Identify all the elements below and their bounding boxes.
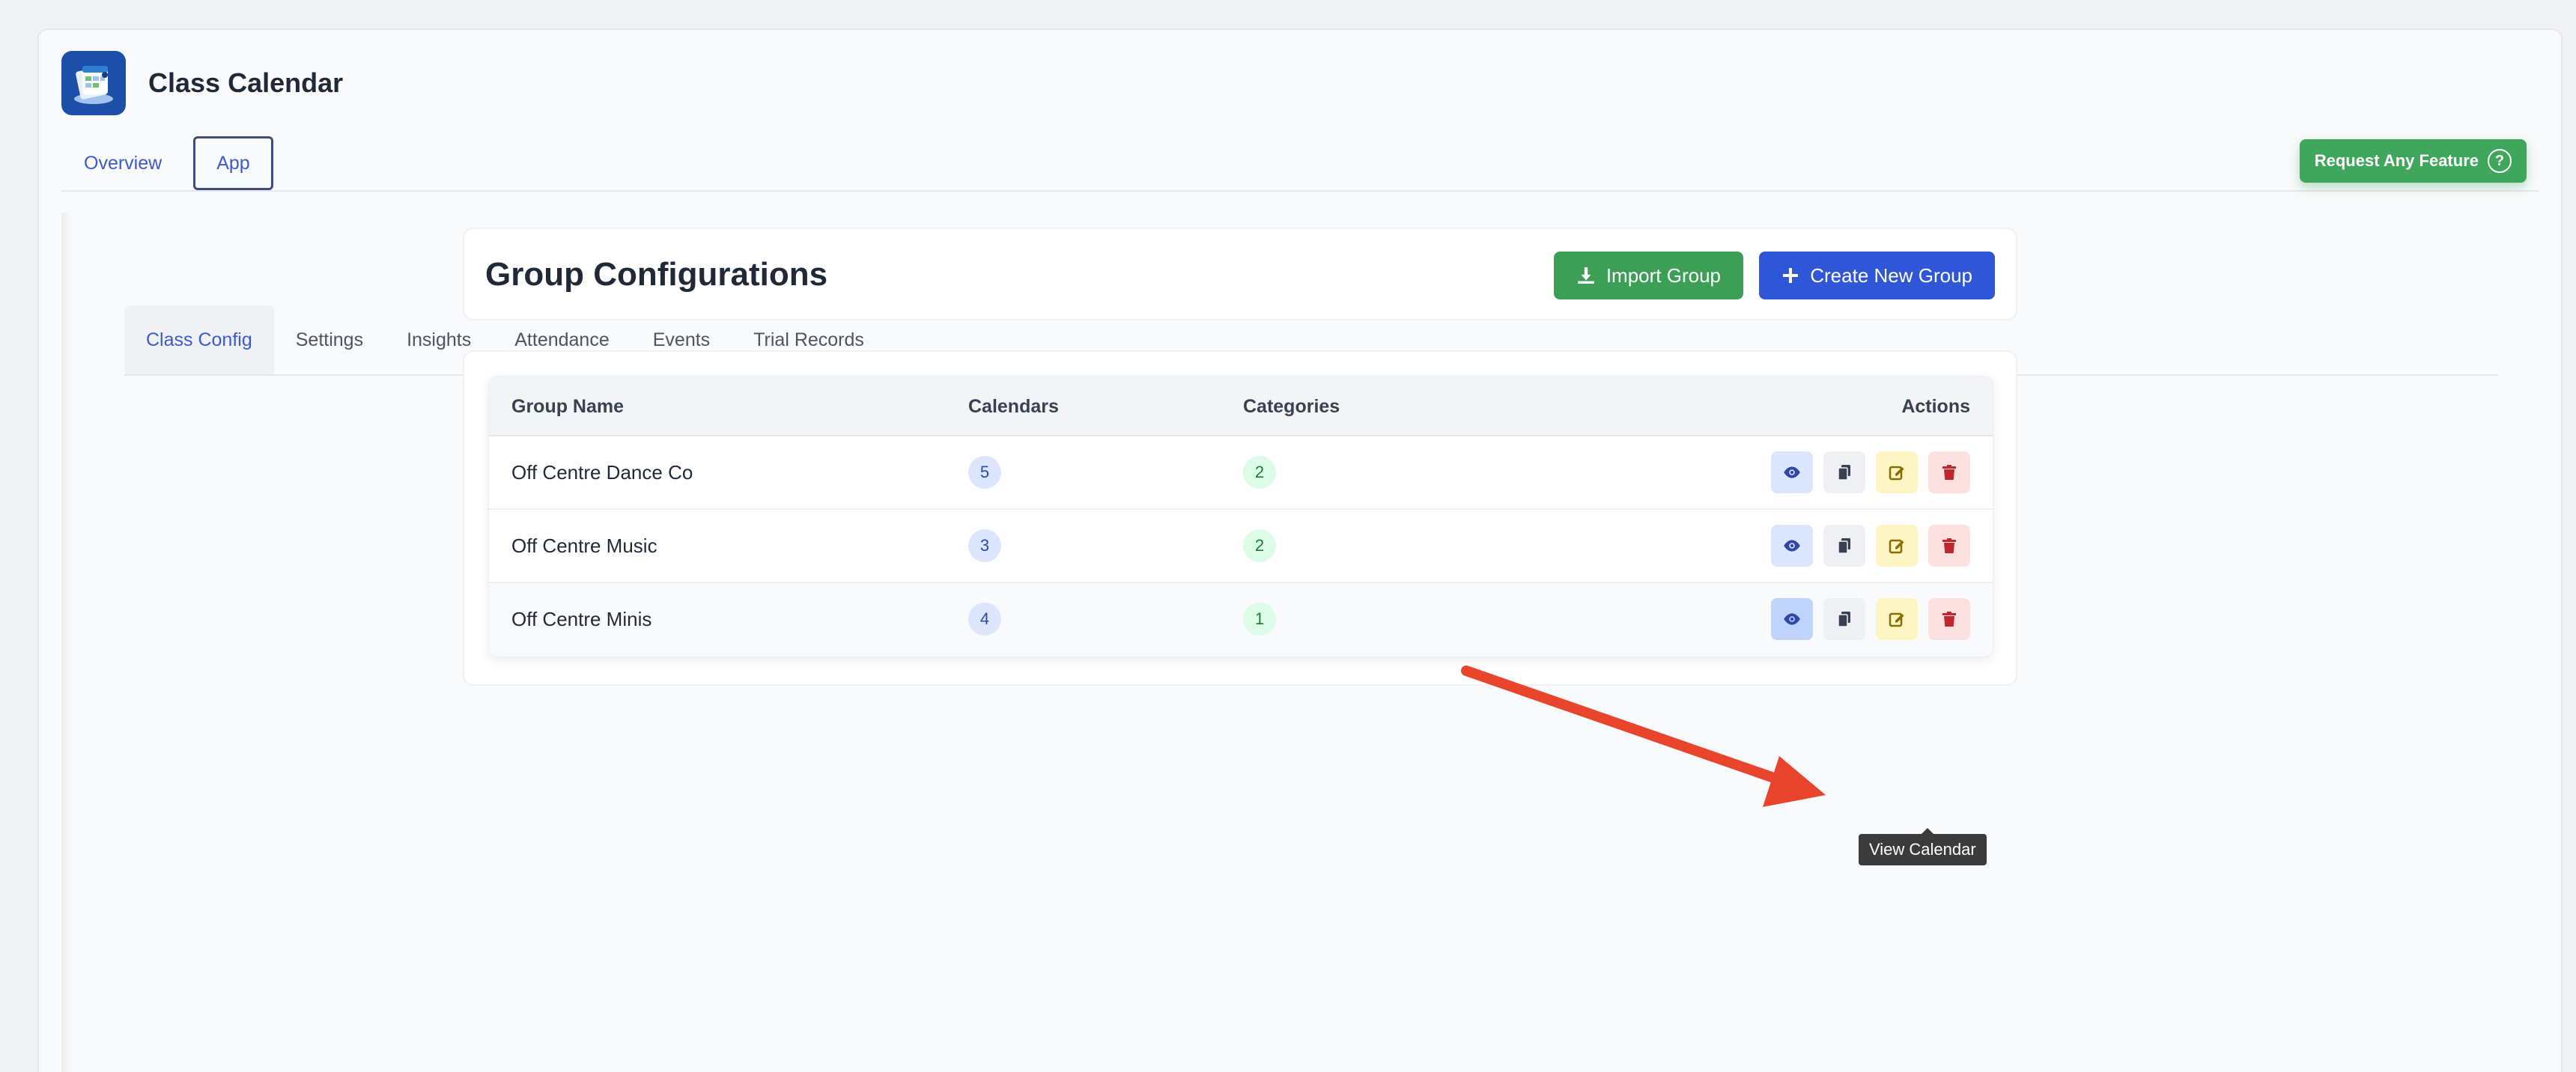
copy-button[interactable] xyxy=(1823,525,1865,567)
edit-button[interactable] xyxy=(1876,525,1918,567)
copy-icon xyxy=(1838,612,1850,627)
request-feature-button[interactable]: Request Any Feature ? xyxy=(2299,139,2527,183)
table-header: Group Name Calendars Categories Actions xyxy=(489,377,1993,436)
delete-button[interactable] xyxy=(1928,451,1970,493)
table-row: Off Centre Minis 4 1 xyxy=(489,583,1993,657)
col-header-group-name: Group Name xyxy=(511,395,625,417)
view-button[interactable] xyxy=(1771,598,1813,640)
group-name: Off Centre Music xyxy=(511,534,657,557)
subtab-settings[interactable]: Settings xyxy=(274,305,385,374)
app-tabs: Overview App xyxy=(61,136,273,190)
view-button[interactable] xyxy=(1771,525,1813,567)
group-config-header-card: Group Configurations Import Group Create… xyxy=(463,228,2017,320)
request-feature-label: Request Any Feature xyxy=(2314,151,2479,170)
copy-button[interactable] xyxy=(1823,598,1865,640)
create-group-button[interactable]: Create New Group xyxy=(1759,252,1995,299)
col-header-actions: Actions xyxy=(1901,395,1970,417)
trash-icon xyxy=(1942,538,1956,553)
col-header-calendars: Calendars xyxy=(968,395,1059,417)
app-title: Class Calendar xyxy=(148,67,344,98)
table-row: Off Centre Music 3 2 xyxy=(489,510,1993,583)
col-header-categories: Categories xyxy=(1243,395,1340,417)
header-divider xyxy=(61,190,2539,192)
edit-button[interactable] xyxy=(1876,598,1918,640)
group-table: Group Name Calendars Categories Actions … xyxy=(488,376,1993,657)
view-calendar-tooltip: View Calendar xyxy=(1859,828,1987,865)
tab-app[interactable]: App xyxy=(193,136,273,190)
group-name: Off Centre Dance Co xyxy=(511,460,693,484)
edit-icon xyxy=(1889,466,1904,481)
eye-icon xyxy=(1784,613,1800,625)
copy-icon xyxy=(1838,465,1850,481)
import-group-label: Import Group xyxy=(1606,264,1721,287)
calendars-badge: 3 xyxy=(968,529,1001,562)
download-icon xyxy=(1577,267,1594,284)
calendars-badge: 5 xyxy=(968,456,1001,489)
copy-button[interactable] xyxy=(1823,451,1865,493)
import-group-button[interactable]: Import Group xyxy=(1553,252,1743,299)
group-name: Off Centre Minis xyxy=(511,607,652,630)
edit-button[interactable] xyxy=(1876,451,1918,493)
app-header: Class Calendar xyxy=(61,51,343,115)
categories-badge: 2 xyxy=(1243,456,1276,489)
question-icon: ? xyxy=(2488,149,2512,173)
app-logo-icon xyxy=(61,51,126,115)
trash-icon xyxy=(1942,465,1956,480)
categories-badge: 2 xyxy=(1243,529,1276,562)
delete-button[interactable] xyxy=(1928,598,1970,640)
trash-icon xyxy=(1942,612,1956,627)
plus-icon xyxy=(1783,268,1799,283)
edit-icon xyxy=(1889,612,1904,627)
subtab-class-config[interactable]: Class Config xyxy=(124,305,274,374)
calendars-badge: 4 xyxy=(968,603,1001,636)
group-table-card: Group Name Calendars Categories Actions … xyxy=(463,350,2017,686)
view-button[interactable] xyxy=(1771,451,1813,493)
tab-overview[interactable]: Overview xyxy=(61,136,184,190)
eye-icon xyxy=(1784,540,1800,552)
create-group-label: Create New Group xyxy=(1810,264,1972,287)
page-title: Group Configurations xyxy=(485,256,828,293)
eye-icon xyxy=(1784,466,1800,478)
table-row: Off Centre Dance Co 5 2 xyxy=(489,436,1993,510)
edit-icon xyxy=(1889,539,1904,554)
copy-icon xyxy=(1838,538,1850,554)
delete-button[interactable] xyxy=(1928,525,1970,567)
categories-badge: 1 xyxy=(1243,603,1276,636)
